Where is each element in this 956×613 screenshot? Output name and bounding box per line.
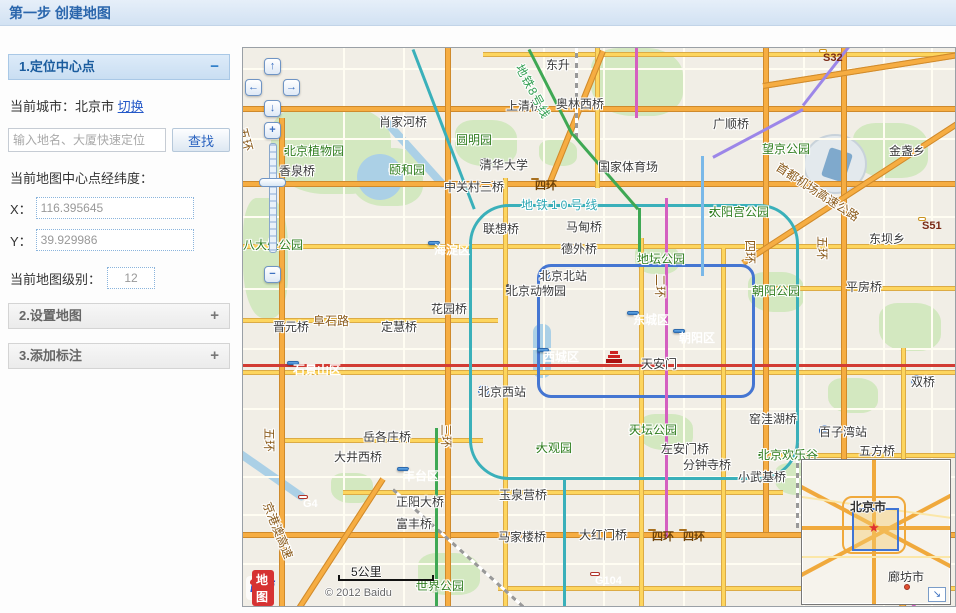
g-highway-badge: G104 <box>591 573 599 575</box>
river <box>242 447 307 502</box>
city-dot-icon <box>904 584 910 590</box>
sidebar: 1.定位中心点 − 当前城市：北京市 切换 查找 当前地图中心点经纬度： X： … <box>8 54 230 369</box>
collapse-icon[interactable]: − <box>210 55 219 79</box>
map-canvas[interactable]: 海淀区东城区朝阳区西城区石景山区丰台区♣北京植物园♣颐和园♣圆明园八大处公园♣望… <box>242 47 956 607</box>
baidu-logo: Bai du 地图 <box>246 576 274 600</box>
district-badge: 海淀区 <box>428 241 440 245</box>
zoom-slider-handle[interactable] <box>259 178 286 187</box>
s-highway-badge: S32 <box>820 50 826 52</box>
star-marker-icon: ★ <box>868 520 880 536</box>
map-level-label: 当前地图级别： <box>10 269 101 288</box>
minimap-nearby-city-label: 廊坊市 <box>888 568 924 585</box>
zoom-out-button[interactable]: − <box>264 266 281 283</box>
scale-bar <box>338 579 434 581</box>
expand-icon[interactable]: + <box>210 344 219 368</box>
map-road <box>483 52 955 57</box>
district-badge: 石景山区 <box>287 361 299 365</box>
expressway <box>763 53 956 89</box>
latlng-label: 当前地图中心点经纬度： <box>10 168 230 187</box>
current-city-label: 当前城市： <box>10 99 75 114</box>
zoom-slider-track[interactable] <box>269 143 277 253</box>
minimap-toggle-button[interactable]: ↘ <box>928 587 946 602</box>
g-highway-badge: G4 <box>299 496 307 498</box>
current-city-value: 北京市 <box>75 99 114 114</box>
y-coordinate-row: Y： <box>10 229 230 251</box>
y-label: Y： <box>10 231 32 250</box>
x-coordinate-field[interactable] <box>36 197 194 219</box>
ring-road-badge: 四环 <box>648 529 656 531</box>
district-badge: 东城区 <box>627 311 639 315</box>
y-coordinate-field[interactable] <box>36 229 194 251</box>
subway-line-5 <box>635 48 638 118</box>
minimap-city-label: 北京市 <box>850 498 886 515</box>
pan-up-button[interactable]: ↑ <box>264 58 281 75</box>
zoom-in-button[interactable]: + <box>264 122 281 139</box>
lake-area <box>357 154 403 200</box>
pan-down-button[interactable]: ↓ <box>264 100 281 117</box>
minimap-road <box>802 556 951 558</box>
map-level-field[interactable] <box>107 267 155 289</box>
panel-set-map-header[interactable]: 2.设置地图 + <box>8 303 230 329</box>
pan-left-button[interactable]: ← <box>245 79 262 96</box>
page: 第一步 创建地图 1.定位中心点 − 当前城市：北京市 切换 查找 当前地图中心… <box>0 0 956 613</box>
x-coordinate-row: X： <box>10 197 230 219</box>
logo-product: 地图 <box>252 570 274 606</box>
s-highway-badge: S51 <box>919 218 925 220</box>
expand-icon[interactable]: + <box>210 304 219 328</box>
railway <box>575 48 578 138</box>
switch-city-link[interactable]: 切换 <box>118 99 144 114</box>
panel-set-map-title: 2.设置地图 <box>19 304 82 328</box>
search-button[interactable]: 查找 <box>172 128 230 152</box>
tiananmen-icon <box>605 351 623 363</box>
x-label: X： <box>10 199 32 218</box>
panel-locate-center-title: 1.定位中心点 <box>19 55 95 79</box>
district-badge: 西城区 <box>537 348 549 352</box>
ring-road-badge: 四环 <box>679 529 687 531</box>
scale-text: 5公里 <box>351 563 382 580</box>
map-road <box>841 48 847 478</box>
overview-minimap[interactable]: 北京市 ★ 廊坊市 ↘ <box>801 459 951 605</box>
copyright-text: © 2012 Baidu <box>325 587 392 599</box>
map-level-row: 当前地图级别： <box>10 267 230 289</box>
current-city-row: 当前城市：北京市 切换 <box>10 96 230 115</box>
search-input[interactable] <box>8 128 166 152</box>
panel-add-marker-title: 3.添加标注 <box>19 344 82 368</box>
subway-line-2 <box>537 264 755 398</box>
subway-line-4 <box>563 480 566 606</box>
panel-locate-center-header[interactable]: 1.定位中心点 − <box>8 54 230 80</box>
airport-express-line <box>701 156 704 276</box>
district-badge: 丰台区 <box>397 467 409 471</box>
ring-road-badge: 四环 <box>531 178 539 180</box>
panel-add-marker-header[interactable]: 3.添加标注 + <box>8 343 230 369</box>
pan-right-button[interactable]: → <box>283 79 300 96</box>
district-badge: 朝阳区 <box>673 329 685 333</box>
page-title: 第一步 创建地图 <box>0 0 956 26</box>
search-row: 查找 <box>8 128 230 152</box>
